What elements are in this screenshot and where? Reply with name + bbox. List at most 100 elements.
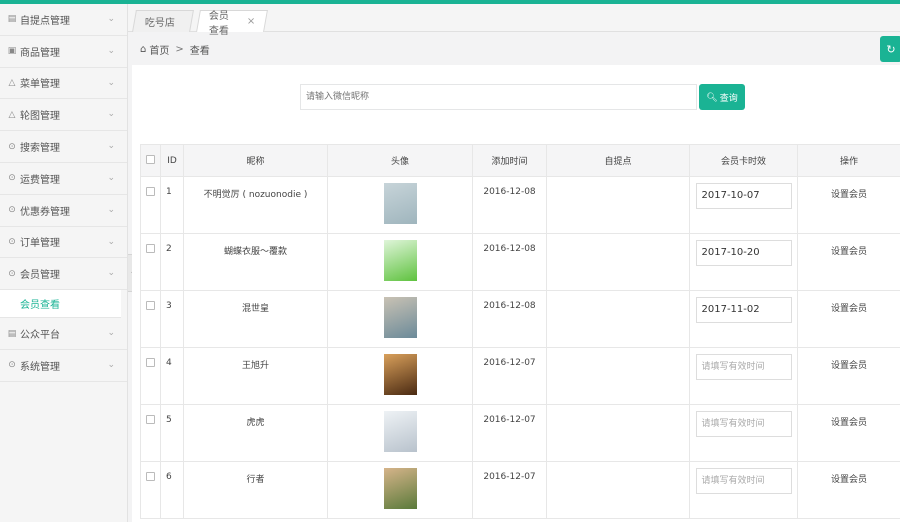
id-cell: 3	[160, 290, 184, 348]
avatar	[383, 183, 417, 224]
set-member-link[interactable]: 设置会员	[831, 418, 867, 428]
sidebar-item-label: 会员管理	[20, 270, 60, 282]
sidebar-subitem-member-view[interactable]: 会员查看	[0, 290, 121, 319]
sidebar-item[interactable]: ▣ 商品管理 ⌄	[0, 36, 127, 68]
avatar-cell	[327, 233, 473, 291]
action-cell: 设置会员	[797, 404, 900, 462]
sidebar-item[interactable]: ⊙ 优惠券管理 ⌄	[0, 195, 127, 227]
chevron-down-icon: ⌄	[107, 14, 115, 24]
nickname-cell: 不明觉厉 ( nozuonodie )	[183, 176, 328, 234]
chevron-down-icon: ⌄	[107, 236, 115, 247]
row-checkbox[interactable]	[146, 472, 155, 481]
avatar	[383, 240, 417, 281]
row-select-cell	[140, 290, 161, 348]
sidebar-item[interactable]: ⊙ 会员管理 ⌄	[0, 258, 127, 291]
expiry-date-input[interactable]: 请填写有效时间	[695, 411, 792, 437]
sidebar-item-label: 搜索管理	[20, 143, 60, 155]
sidebar-item[interactable]: ⊙ 系统管理 ⌄	[0, 350, 127, 382]
chevron-down-icon: ⌄	[107, 204, 115, 215]
expiry-date-input[interactable]: 2017-10-20	[695, 240, 792, 266]
sidebar-item[interactable]: ⊙ 运费管理 ⌄	[0, 163, 127, 195]
breadcrumb-current: 查看	[189, 46, 210, 57]
avatar-cell	[327, 347, 473, 405]
expiry-date-input[interactable]: 请填写有效时间	[695, 468, 792, 494]
sidebar-item-label: 商品管理	[20, 47, 60, 59]
row-checkbox[interactable]	[146, 187, 155, 196]
pickup-cell	[546, 461, 690, 519]
expiry-date-input[interactable]: 请填写有效时间	[695, 354, 792, 380]
sidebar-item[interactable]: △ 轮图管理 ⌄	[0, 99, 127, 132]
search-button[interactable]: 🔍︎ 查询	[699, 84, 745, 110]
pickup-cell	[546, 347, 690, 405]
expiry-cell: 2017-10-20	[689, 233, 798, 291]
added-time-cell: 2016-12-07	[472, 404, 547, 462]
set-member-link[interactable]: 设置会员	[831, 247, 867, 257]
refresh-button[interactable]: ↻	[880, 36, 900, 62]
sidebar-item-label: 公众平台	[20, 330, 60, 342]
expiry-date-input[interactable]: 2017-11-02	[695, 297, 792, 323]
sidebar: ▤ 自提点管理 ⌄ ▣ 商品管理 ⌄ △ 菜单管理 ⌄ △ 轮图管理 ⌄ ⊙ 搜索管理 ⌄ ⊙ 运费管理 ⌄ ⊙ 优惠…	[0, 4, 128, 522]
row-select-cell	[140, 404, 161, 462]
tab-label: 吃号店	[144, 18, 175, 29]
action-cell: 设置会员	[797, 347, 900, 405]
action-cell: 设置会员	[797, 461, 900, 519]
row-checkbox[interactable]	[146, 244, 155, 253]
sidebar-item[interactable]: ▤ 公众平台 ⌄	[0, 318, 127, 350]
breadcrumb-separator: >	[175, 44, 184, 55]
added-time-cell: 2016-12-07	[472, 461, 547, 519]
set-member-link[interactable]: 设置会员	[831, 190, 867, 200]
tab-label: 会员查看	[208, 10, 229, 37]
chevron-down-icon: ⌄	[107, 45, 115, 56]
id-cell: 6	[160, 461, 184, 519]
chevron-down-icon: ⌄	[107, 109, 115, 120]
breadcrumb-home[interactable]: 首页	[149, 42, 169, 57]
avatar	[383, 297, 417, 338]
circle-icon: ⊙	[8, 268, 16, 279]
column-header: 会员卡时效	[689, 144, 798, 177]
expiry-cell: 请填写有效时间	[689, 347, 798, 405]
row-checkbox[interactable]	[146, 358, 155, 367]
chevron-down-icon: ⌄	[107, 141, 115, 152]
id-cell: 5	[160, 404, 184, 462]
tab-bar: 吃号店 会员查看 ×	[128, 4, 900, 37]
close-icon[interactable]: ×	[247, 16, 255, 27]
row-select-cell	[140, 461, 161, 519]
row-checkbox[interactable]	[146, 415, 155, 424]
tab-shop[interactable]: 吃号店	[132, 10, 194, 32]
added-time-cell: 2016-12-08	[472, 233, 547, 291]
sidebar-item-label: 菜单管理	[20, 79, 60, 91]
refresh-icon: ↻	[886, 42, 896, 56]
expiry-cell: 请填写有效时间	[689, 461, 798, 519]
table-row: 3 混世皇 2016-12-08 2017-11-02 设置会员	[140, 290, 900, 348]
sidebar-item[interactable]: ⊙ 搜索管理 ⌄	[0, 131, 127, 163]
set-member-link[interactable]: 设置会员	[831, 475, 867, 485]
search-input[interactable]	[300, 84, 697, 110]
nickname-cell: 蝴蝶衣服～覆款	[183, 233, 328, 291]
sidebar-item[interactable]: ▤ 自提点管理 ⌄	[0, 4, 127, 36]
image-icon: ▣	[7, 46, 17, 57]
row-checkbox[interactable]	[146, 301, 155, 310]
nickname-cell: 王旭升	[183, 347, 328, 405]
set-member-link[interactable]: 设置会员	[831, 361, 867, 371]
sidebar-item[interactable]: △ 菜单管理 ⌄	[0, 68, 127, 100]
sidebar-item-label: 系统管理	[20, 361, 60, 373]
sidebar-item[interactable]: ⊙ 订单管理 ⌄	[0, 227, 127, 259]
breadcrumb: ⌂ 首页 > 查看	[140, 42, 210, 57]
circle-icon: ⊙	[8, 205, 16, 216]
select-all-checkbox[interactable]	[146, 154, 155, 164]
search-icon: 🔍︎	[706, 91, 718, 102]
pickup-cell	[546, 404, 690, 462]
added-time-cell: 2016-12-08	[472, 290, 547, 348]
sidebar-item-label: 优惠券管理	[20, 206, 70, 218]
set-member-link[interactable]: 设置会员	[831, 304, 867, 314]
action-cell: 设置会员	[797, 233, 900, 291]
column-header: 头像	[327, 144, 473, 177]
action-cell: 设置会员	[797, 176, 900, 234]
avatar	[383, 354, 417, 395]
avatar-cell	[327, 176, 473, 234]
tab-member-view[interactable]: 会员查看 ×	[196, 10, 268, 37]
list-icon: ▤	[7, 328, 17, 339]
expiry-cell: 请填写有效时间	[689, 404, 798, 462]
expiry-date-input[interactable]: 2017-10-07	[695, 183, 792, 209]
pickup-cell	[546, 290, 690, 348]
